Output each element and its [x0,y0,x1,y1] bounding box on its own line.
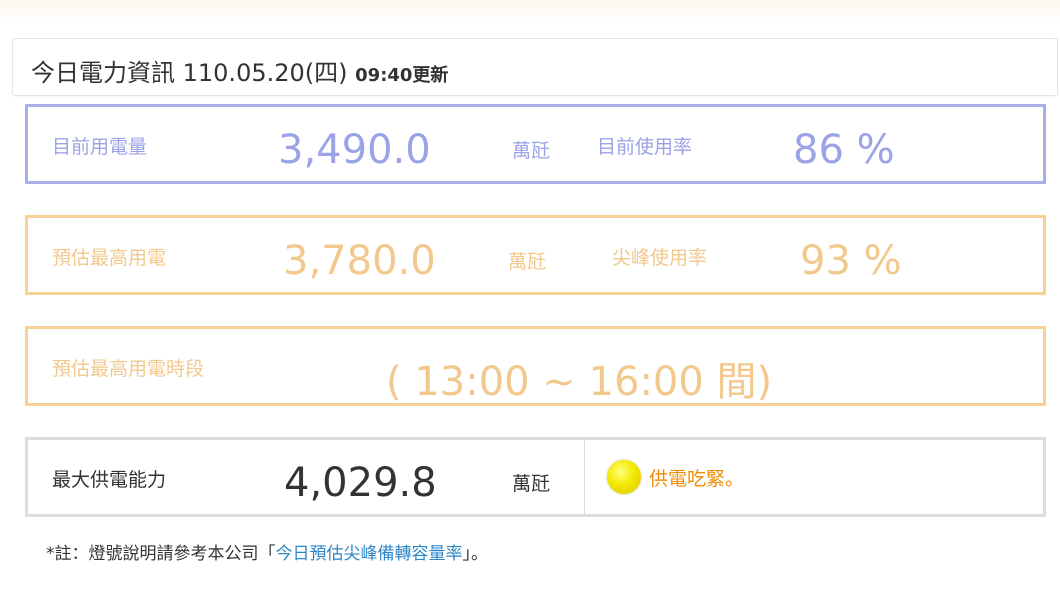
footnote: *註：燈號說明請參考本公司「今日預估尖峰備轉容量率」。 [46,539,488,564]
supply-status-text: 供電吃緊。 [649,468,745,490]
power-info-header: 今日電力資訊 110.05.20(四) 09:40更新 [12,38,1058,96]
page-title: 今日電力資訊 110.05.20(四) 09:40更新 [31,53,448,88]
current-usage-label: 目前用電量 [52,136,148,158]
peak-rate-value: 93 % [800,238,902,284]
max-supply-panel: 最大供電能力 4,029.8 萬瓩 供電吃緊。 [25,437,1046,517]
update-time: 09:40更新 [355,65,449,86]
current-rate-value: 86 % [793,127,895,173]
max-supply-value: 4,029.8 [284,460,437,506]
peak-rate-label: 尖峰使用率 [612,247,708,269]
peak-period-label: 預估最高用電時段 [52,358,205,380]
yellow-light-icon [607,460,641,494]
peak-usage-unit: 萬瓩 [508,251,547,273]
peak-usage-label: 預估最高用電 [52,247,167,269]
peak-estimate-panel: 預估最高用電 3,780.0 萬瓩 尖峰使用率 93 % [25,215,1046,295]
current-usage-value: 3,490.0 [278,127,431,173]
max-supply-label: 最大供電能力 [52,469,167,491]
peak-usage-value: 3,780.0 [283,238,436,284]
current-usage-unit: 萬瓩 [512,140,551,162]
current-rate-label: 目前使用率 [597,136,693,158]
footnote-prefix: *註：燈號說明請參考本公司「 [46,544,276,564]
top-strip [0,0,1060,22]
peak-period-panel: 預估最高用電時段 ( 13:00 ~ 16:00 間) [25,326,1046,406]
footnote-suffix: 」。 [462,544,489,564]
max-supply-unit: 萬瓩 [512,473,551,495]
reserve-margin-link[interactable]: 今日預估尖峰備轉容量率 [276,544,463,564]
peak-period-value: ( 13:00 ~ 16:00 間) [386,359,773,405]
title-text: 今日電力資訊 110.05.20(四) [31,59,348,87]
current-usage-panel: 目前用電量 3,490.0 萬瓩 目前使用率 86 % [25,104,1046,184]
panel-divider [584,440,585,514]
